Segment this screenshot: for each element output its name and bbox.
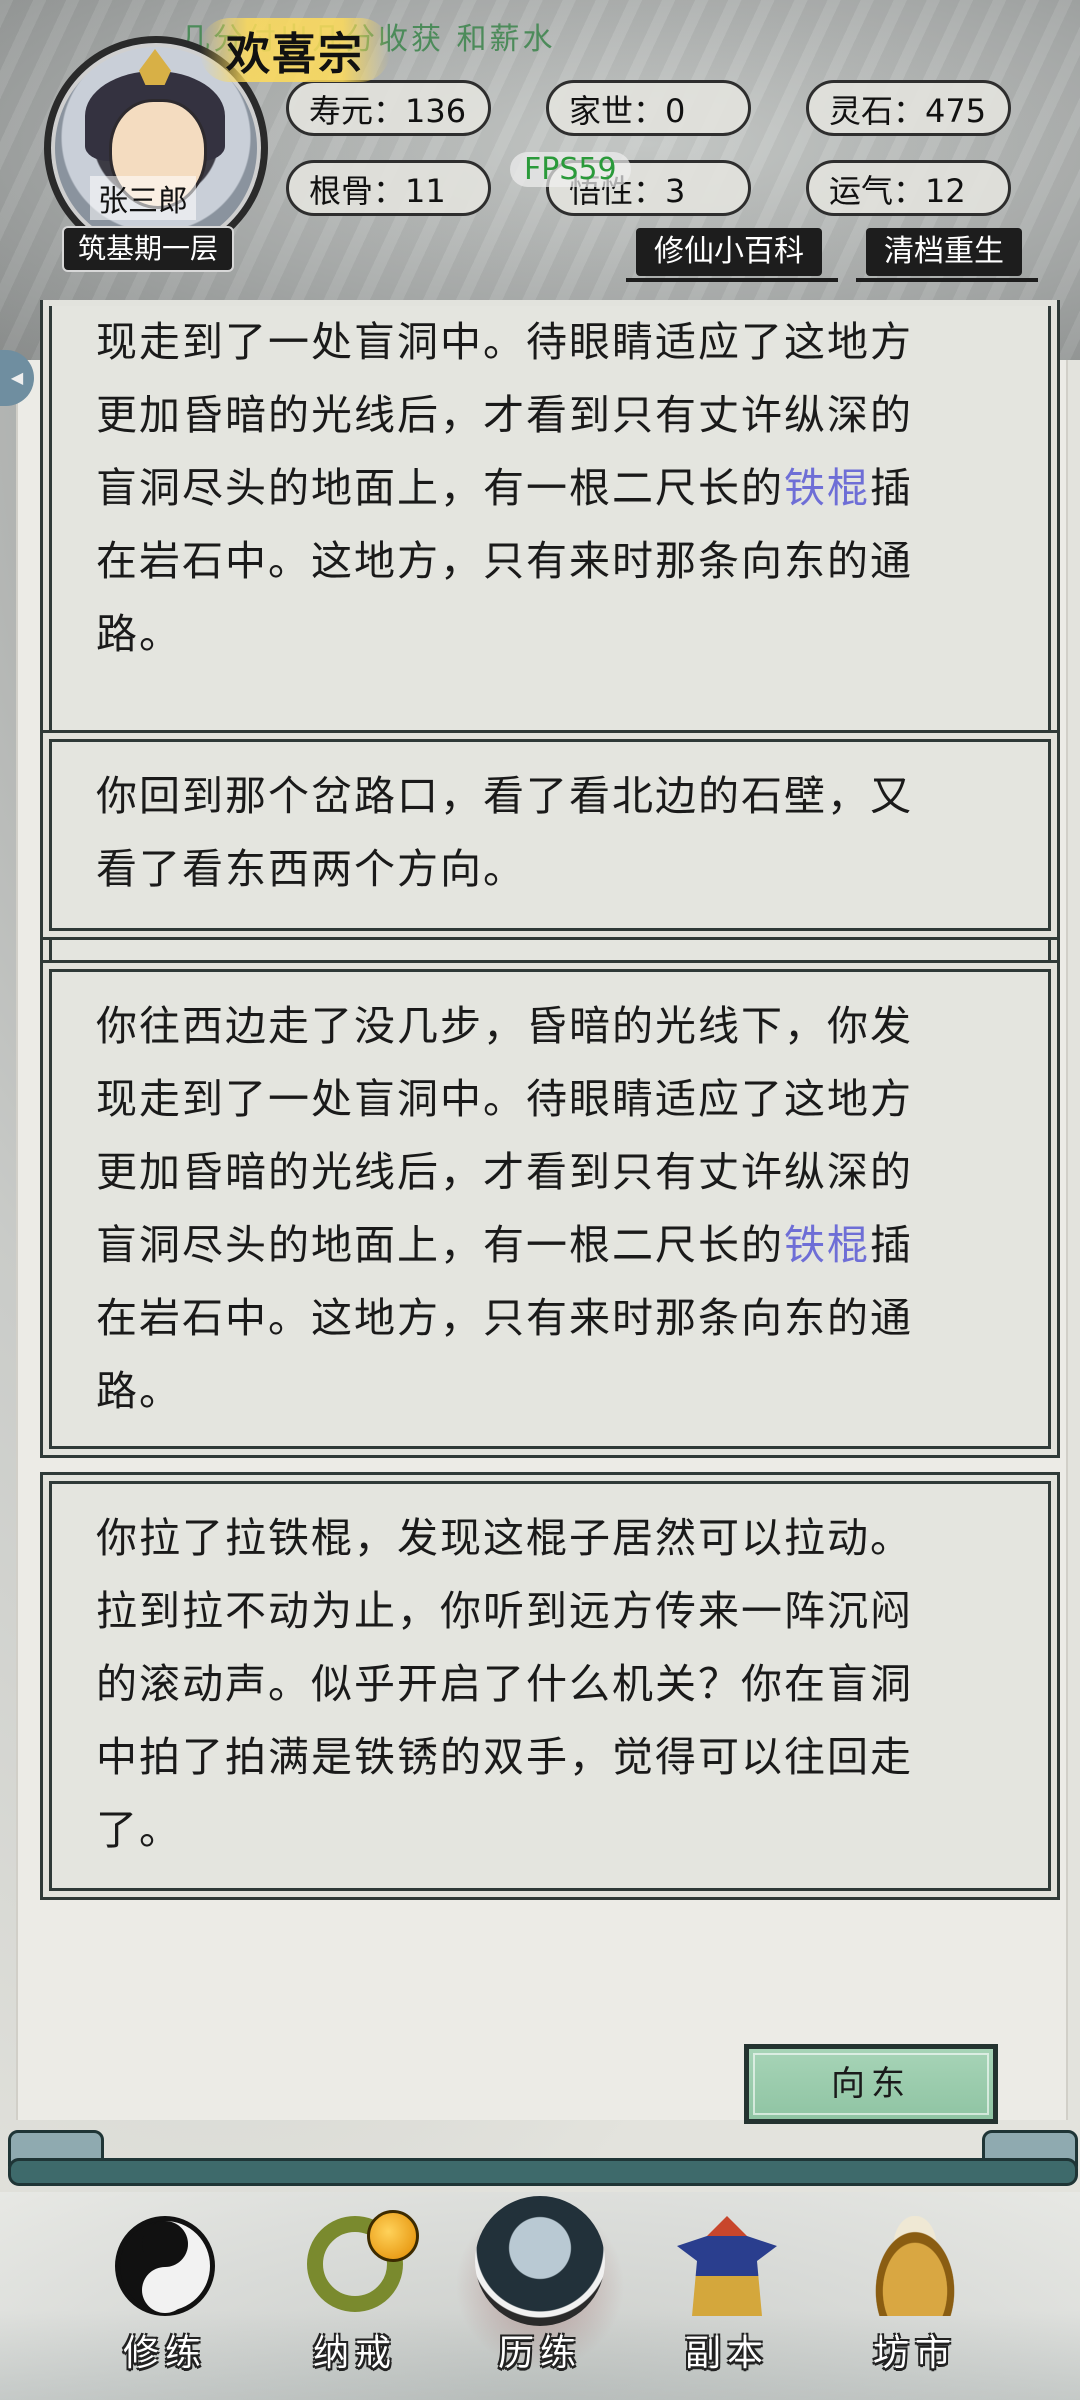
story-line: 你拉了拉铁棍，发现这棍子居然可以拉动。 [96, 1514, 913, 1562]
nav-item-dungeon[interactable]: 副本 [652, 2216, 802, 2386]
nav-item-market[interactable]: 坊市 [840, 2216, 990, 2386]
story-text: 你往西边走了没几步，昏暗的光线下，你发 现走到了一处盲洞中。待眼睛适应了这地方 … [49, 969, 1051, 1449]
nav-item-journey[interactable]: 历练 [465, 2196, 615, 2386]
pagoda-icon [677, 2216, 777, 2316]
story-text-segment: 盲洞尽头的地面上，有一根二尺长的 [96, 1221, 784, 1269]
story-card: 你拉了拉铁棍，发现这棍子居然可以拉动。 拉到拉不动为止，你听到远方传来一阵沉闷 … [40, 1472, 1060, 1900]
stat-family: 家世：0 [546, 80, 751, 136]
story-text-segment: 插 [870, 1221, 913, 1269]
highlight-item-iron-rod[interactable]: 铁棍 [784, 1221, 870, 1269]
story-line: 盲洞尽头的地面上，有一根二尺长的铁棍插 [96, 1209, 1004, 1282]
nav-label: 副本 [684, 2333, 769, 2374]
story-line: 更加昏暗的光线后，才看到只有丈许纵深的 [96, 391, 913, 439]
nav-item-cultivate[interactable]: 修练 [90, 2216, 240, 2386]
story-line: 你往西边走了没几步，昏暗的光线下，你发 [96, 1002, 913, 1050]
story-line: 中拍了拍满是铁锈的双手，觉得可以往回走 [96, 1733, 913, 1781]
story-line: 在岩石中。这地方，只有来时那条向东的通 [96, 1294, 913, 1342]
story-line: 看了看东西两个方向。 [96, 845, 526, 893]
story-card: 你回到那个岔路口，看了看北边的石壁，又 看了看东西两个方向。 [40, 730, 1060, 940]
go-east-button[interactable]: 向东 [744, 2044, 998, 2124]
yin-yang-icon [115, 2216, 215, 2316]
story-line: 盲洞尽头的地面上，有一根二尺长的铁棍插 [96, 452, 1004, 525]
story-line: 路。 [96, 610, 182, 658]
story-text: 你回到那个岔路口，看了看北边的石壁，又 看了看东西两个方向。 [49, 739, 1051, 931]
story-text-segment: 插 [870, 464, 913, 512]
nav-label: 修练 [122, 2333, 207, 2374]
nav-label: 坊市 [872, 2333, 957, 2374]
nav-item-storage-ring[interactable]: 纳戒 [280, 2210, 430, 2386]
story-card: 你往西边走了没几步，昏暗的光线下，你发 现走到了一处盲洞中。待眼睛适应了这地方 … [40, 960, 1060, 1458]
cultivation-realm: 筑基期一层 [64, 228, 232, 270]
story-text-segment: 盲洞尽头的地面上，有一根二尺长的 [96, 464, 784, 512]
nav-label: 历练 [497, 2333, 582, 2374]
story-text: 你拉了拉铁棍，发现这棍子居然可以拉动。 拉到拉不动为止，你听到远方传来一阵沉闷 … [49, 1481, 1051, 1891]
fps-counter: FPS59 [510, 152, 631, 187]
encyclopedia-button[interactable]: 修仙小百科 [626, 228, 838, 282]
avatar-crown-icon [139, 49, 171, 85]
story-line: 路。 [96, 1367, 182, 1415]
story-line: 现走到了一处盲洞中。待眼睛适应了这地方 [96, 1075, 913, 1123]
storage-ring-icon [307, 2210, 419, 2312]
story-panel[interactable]: 现走到了一处盲洞中。待眼睛适应了这地方 更加昏暗的光线后，才看到只有丈许纵深的 … [16, 300, 1068, 2120]
story-line: 的滚动声。似乎开启了什么机关？你在盲洞 [96, 1660, 913, 1708]
nav-label: 纳戒 [312, 2333, 397, 2374]
highlight-item-iron-rod[interactable]: 铁棍 [784, 464, 870, 512]
cauldron-icon [865, 2216, 965, 2316]
stat-root-bone: 根骨：11 [286, 160, 491, 216]
story-line: 在岩石中。这地方，只有来时那条向东的通 [96, 537, 913, 585]
sect-name: 欢喜宗 [200, 18, 390, 82]
story-line: 了。 [96, 1806, 182, 1854]
stat-luck: 运气：12 [806, 160, 1011, 216]
character-name: 张三郎 [90, 176, 196, 220]
scroll-rod [8, 2158, 1078, 2186]
story-line: 更加昏暗的光线后，才看到只有丈许纵深的 [96, 1148, 913, 1196]
cloud-journey-icon [475, 2196, 605, 2326]
story-line: 你回到那个岔路口，看了看北边的石壁，又 [96, 772, 913, 820]
story-line: 现走到了一处盲洞中。待眼睛适应了这地方 [96, 318, 913, 366]
stat-spirit-stones: 灵石：475 [806, 80, 1011, 136]
story-line: 拉到拉不动为止，你听到远方传来一阵沉闷 [96, 1587, 913, 1635]
stat-lifespan: 寿元：136 [286, 80, 491, 136]
reset-button[interactable]: 清档重生 [856, 228, 1038, 282]
